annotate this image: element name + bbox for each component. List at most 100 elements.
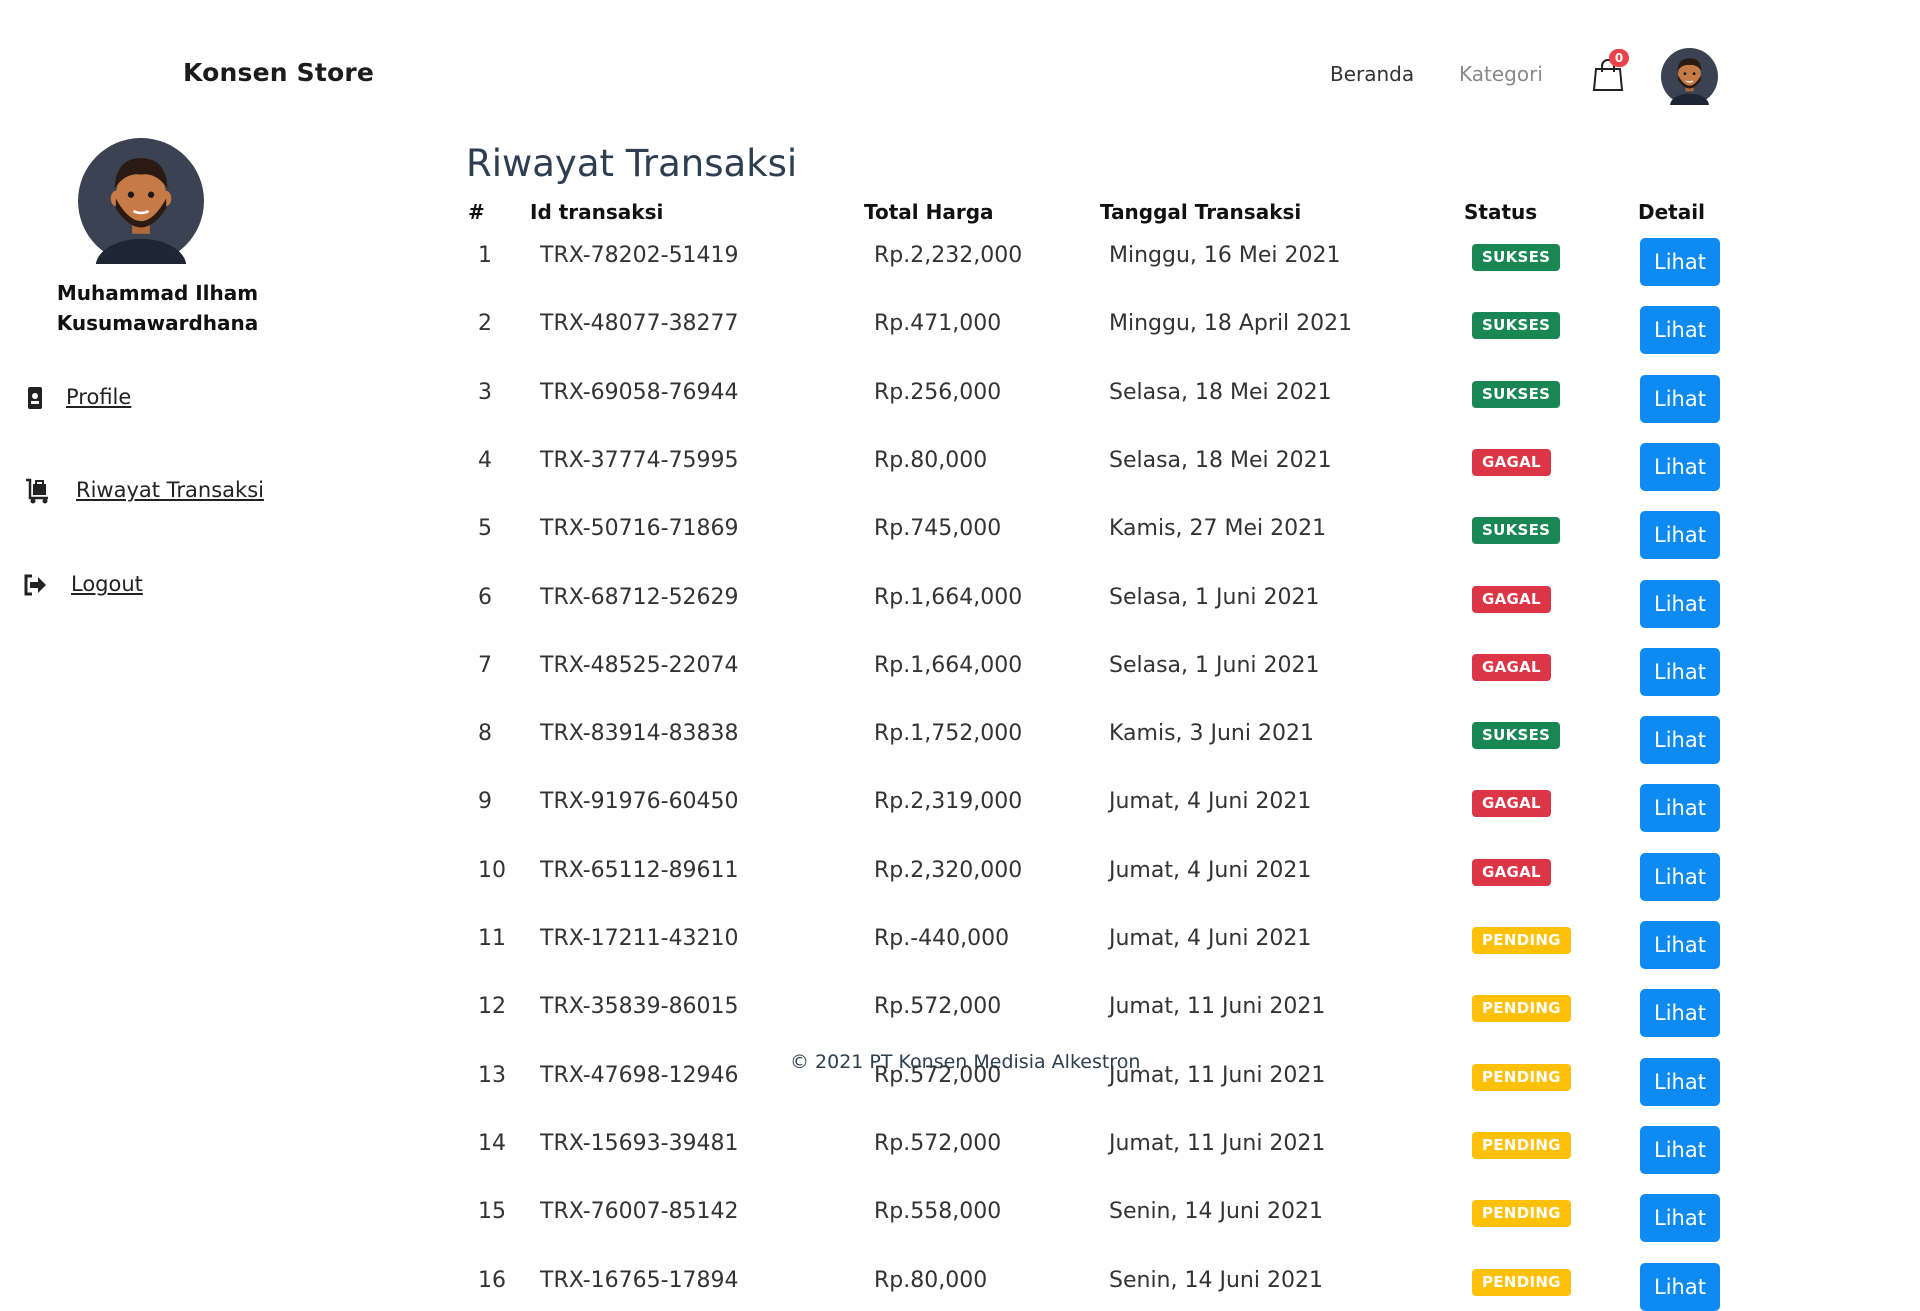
status-badge: GAGAL — [1472, 654, 1551, 681]
transaction-date: Senin, 14 Juni 2021 — [1109, 1268, 1323, 1293]
transaction-id: TRX-16765-17894 — [540, 1268, 739, 1293]
status-badge: SUKSES — [1472, 312, 1561, 339]
row-number: 11 — [478, 926, 506, 951]
view-detail-button[interactable]: Lihat — [1640, 1263, 1720, 1311]
user-avatar-menu[interactable] — [1661, 48, 1718, 117]
row-number: 2 — [478, 311, 492, 336]
status-badge: SUKSES — [1472, 381, 1561, 408]
row-number: 10 — [478, 858, 506, 883]
row-number: 5 — [478, 516, 492, 541]
view-detail-button[interactable]: Lihat — [1640, 511, 1720, 559]
status-badge: PENDING — [1472, 1132, 1571, 1159]
avatar-icon — [1661, 48, 1718, 117]
transaction-date: Selasa, 1 Juni 2021 — [1109, 585, 1320, 610]
view-detail-button[interactable]: Lihat — [1640, 1058, 1720, 1106]
view-detail-button[interactable]: Lihat — [1640, 238, 1720, 286]
total-price: Rp.558,000 — [874, 1199, 1002, 1224]
sidebar-item-riwayat-transaksi[interactable]: Riwayat Transaksi — [76, 478, 264, 502]
transaction-date: Jumat, 4 Juni 2021 — [1109, 789, 1312, 814]
nav-link-kategori[interactable]: Kategori — [1459, 62, 1543, 86]
row-number: 13 — [478, 1063, 506, 1088]
brand-logo[interactable]: Konsen Store — [183, 58, 374, 87]
view-detail-button[interactable]: Lihat — [1640, 580, 1720, 628]
transaction-id: TRX-69058-76944 — [540, 380, 739, 405]
transaction-id: TRX-50716-71869 — [540, 516, 739, 541]
total-price: Rp.572,000 — [874, 994, 1002, 1019]
status-badge: SUKSES — [1472, 517, 1561, 544]
view-detail-button[interactable]: Lihat — [1640, 375, 1720, 423]
row-number: 4 — [478, 448, 492, 473]
status-badge: PENDING — [1472, 1064, 1571, 1091]
status-badge: SUKSES — [1472, 722, 1561, 749]
transaction-id: TRX-78202-51419 — [540, 243, 739, 268]
view-detail-button[interactable]: Lihat — [1640, 716, 1720, 764]
transaction-date: Jumat, 11 Juni 2021 — [1109, 1131, 1326, 1156]
page-title: Riwayat Transaksi — [466, 142, 798, 185]
profile-name-line2: Kusumawardhana — [56, 311, 259, 335]
transaction-id: TRX-91976-60450 — [540, 789, 739, 814]
transaction-date: Selasa, 18 Mei 2021 — [1109, 448, 1332, 473]
transaction-date: Minggu, 18 April 2021 — [1109, 311, 1353, 336]
transaction-date: Selasa, 18 Mei 2021 — [1109, 380, 1332, 405]
view-detail-button[interactable]: Lihat — [1640, 1194, 1720, 1242]
col-header-id: Id transaksi — [530, 200, 664, 224]
status-badge: GAGAL — [1472, 790, 1551, 817]
status-badge: SUKSES — [1472, 244, 1561, 271]
row-number: 7 — [478, 653, 492, 678]
profile-name-line1: Muhammad Ilham — [56, 281, 259, 305]
total-price: Rp.80,000 — [874, 448, 988, 473]
transaction-date: Minggu, 16 Mei 2021 — [1109, 243, 1341, 268]
col-header-total: Total Harga — [864, 200, 994, 224]
view-detail-button[interactable]: Lihat — [1640, 853, 1720, 901]
row-number: 15 — [478, 1199, 506, 1224]
luggage-cart-icon — [26, 478, 48, 504]
transaction-date: Jumat, 11 Juni 2021 — [1109, 1063, 1326, 1088]
view-detail-button[interactable]: Lihat — [1640, 989, 1720, 1037]
status-badge: PENDING — [1472, 1200, 1571, 1227]
footer-copyright: © 2021 PT Konsen Medisia Alkestron — [790, 1051, 1141, 1073]
status-badge: PENDING — [1472, 927, 1571, 954]
view-detail-button[interactable]: Lihat — [1640, 443, 1720, 491]
transaction-id: TRX-15693-39481 — [540, 1131, 739, 1156]
row-number: 14 — [478, 1131, 506, 1156]
row-number: 3 — [478, 380, 492, 405]
sidebar-item-logout[interactable]: Logout — [71, 572, 143, 596]
total-price: Rp.-440,000 — [874, 926, 1010, 951]
total-price: Rp.256,000 — [874, 380, 1002, 405]
total-price: Rp.1,664,000 — [874, 585, 1023, 610]
transaction-date: Jumat, 4 Juni 2021 — [1109, 926, 1312, 951]
total-price: Rp.471,000 — [874, 311, 1002, 336]
transaction-id: TRX-48077-38277 — [540, 311, 739, 336]
total-price: Rp.80,000 — [874, 1268, 988, 1293]
transaction-id: TRX-35839-86015 — [540, 994, 739, 1019]
row-number: 1 — [478, 243, 492, 268]
total-price: Rp.2,232,000 — [874, 243, 1023, 268]
transaction-id: TRX-76007-85142 — [540, 1199, 739, 1224]
total-price: Rp.1,752,000 — [874, 721, 1023, 746]
cart-count-badge: 0 — [1609, 49, 1629, 67]
transaction-id: TRX-48525-22074 — [540, 653, 739, 678]
total-price: Rp.1,664,000 — [874, 653, 1023, 678]
transaction-id: TRX-83914-83838 — [540, 721, 739, 746]
view-detail-button[interactable]: Lihat — [1640, 784, 1720, 832]
status-badge: GAGAL — [1472, 449, 1551, 476]
col-header-no: # — [468, 200, 485, 224]
nav-link-beranda[interactable]: Beranda — [1330, 62, 1414, 86]
view-detail-button[interactable]: Lihat — [1640, 1126, 1720, 1174]
transaction-date: Jumat, 4 Juni 2021 — [1109, 858, 1312, 883]
transaction-date: Selasa, 1 Juni 2021 — [1109, 653, 1320, 678]
col-header-status: Status — [1464, 200, 1538, 224]
view-detail-button[interactable]: Lihat — [1640, 921, 1720, 969]
total-price: Rp.745,000 — [874, 516, 1002, 541]
view-detail-button[interactable]: Lihat — [1640, 306, 1720, 354]
status-badge: GAGAL — [1472, 859, 1551, 886]
row-number: 12 — [478, 994, 506, 1019]
col-header-date: Tanggal Transaksi — [1100, 200, 1302, 224]
transaction-date: Kamis, 3 Juni 2021 — [1109, 721, 1314, 746]
row-number: 8 — [478, 721, 492, 746]
transaction-id: TRX-47698-12946 — [540, 1063, 739, 1088]
sidebar-item-profile[interactable]: Profile — [66, 385, 131, 409]
profile-avatar — [78, 138, 204, 295]
view-detail-button[interactable]: Lihat — [1640, 648, 1720, 696]
transaction-id: TRX-37774-75995 — [540, 448, 739, 473]
